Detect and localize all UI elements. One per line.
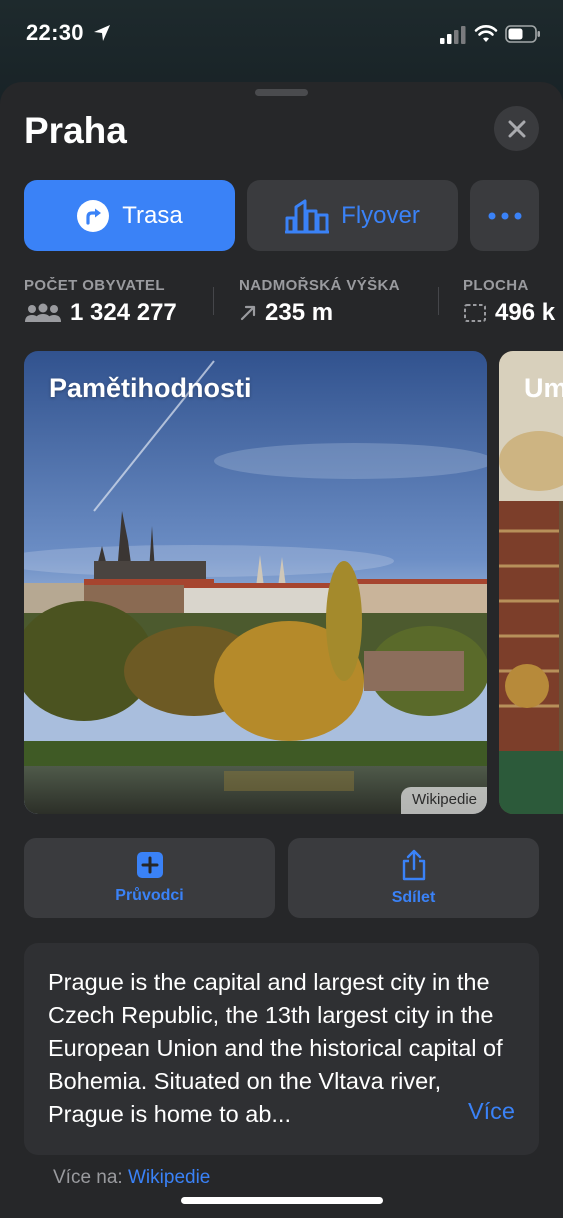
flyover-button[interactable]: Flyover xyxy=(247,180,458,251)
fact-population-label: POČET OBYVATEL xyxy=(24,277,165,294)
route-icon xyxy=(77,199,110,232)
close-button[interactable] xyxy=(494,106,539,151)
buildings-icon xyxy=(285,199,330,233)
fact-area-value: 496 k xyxy=(495,299,556,326)
place-title: Praha xyxy=(24,110,127,151)
source-link[interactable]: Wikipedie xyxy=(128,1167,210,1188)
route-label: Trasa xyxy=(122,201,183,229)
elevation-arrow-icon xyxy=(240,305,256,321)
sights-card-title: Pamětihodnosti xyxy=(49,373,252,403)
share-button[interactable]: Sdílet xyxy=(288,838,539,918)
action-buttons: Trasa Flyover xyxy=(24,180,539,251)
more-button[interactable] xyxy=(470,180,539,251)
photo-credit[interactable]: Wikipedie xyxy=(400,787,487,814)
guides-label: Průvodci xyxy=(115,887,184,904)
source-prefix: Více na: xyxy=(53,1167,128,1188)
status-time: 22:30 xyxy=(26,20,84,45)
description-more-link[interactable]: Více xyxy=(468,1098,515,1125)
home-indicator[interactable] xyxy=(181,1197,383,1204)
fact-elevation-label: NADMOŘSKÁ VÝŠKA xyxy=(239,277,401,294)
flyover-label: Flyover xyxy=(341,201,420,229)
place-sheet: Praha Trasa Flyover POČET OBYVATEL 1 324… xyxy=(0,82,563,1218)
museums-card[interactable]: Um xyxy=(499,351,563,814)
facts-row: POČET OBYVATEL 1 324 277 NADMOŘSKÁ VÝŠKA… xyxy=(24,277,563,327)
wifi-icon xyxy=(474,25,498,42)
description-box: Prague is the capital and largest city i… xyxy=(24,943,539,1155)
library-photo xyxy=(499,351,563,814)
guides-button[interactable]: Průvodci xyxy=(24,838,275,918)
fact-area-label: PLOCHA xyxy=(463,277,529,294)
fact-elevation: NADMOŘSKÁ VÝŠKA 235 m xyxy=(239,277,400,327)
location-arrow-icon xyxy=(94,25,110,41)
add-to-guide-icon xyxy=(136,852,163,878)
source-line: Více na: Wikipedie xyxy=(53,1167,210,1189)
area-icon xyxy=(464,304,486,322)
prague-castle-photo xyxy=(24,351,487,814)
sights-card[interactable]: Pamětihodnosti Wikipedie xyxy=(24,351,487,814)
share-label: Sdílet xyxy=(391,889,436,906)
fact-divider xyxy=(213,287,214,315)
share-icon xyxy=(402,849,425,881)
cellular-signal-icon xyxy=(440,26,466,44)
fact-area: PLOCHA 496 k xyxy=(463,277,555,327)
museums-card-title: Um xyxy=(524,373,563,403)
fact-elevation-value: 235 m xyxy=(265,299,334,326)
ellipsis-icon xyxy=(488,212,521,219)
cards-carousel: Pamětihodnosti Wikipedie Um xyxy=(24,351,563,814)
sheet-grabber[interactable] xyxy=(255,89,308,96)
fact-population: POČET OBYVATEL 1 324 277 xyxy=(24,277,177,327)
battery-icon xyxy=(505,25,540,43)
people-icon xyxy=(25,303,61,322)
close-icon xyxy=(508,120,525,137)
fact-divider xyxy=(438,287,439,315)
status-bar: 22:30 xyxy=(0,0,563,70)
secondary-actions: Průvodci Sdílet xyxy=(24,838,539,918)
fact-population-value: 1 324 277 xyxy=(70,299,177,326)
route-button[interactable]: Trasa xyxy=(24,180,235,251)
description-text: Prague is the capital and largest city i… xyxy=(48,969,503,1127)
